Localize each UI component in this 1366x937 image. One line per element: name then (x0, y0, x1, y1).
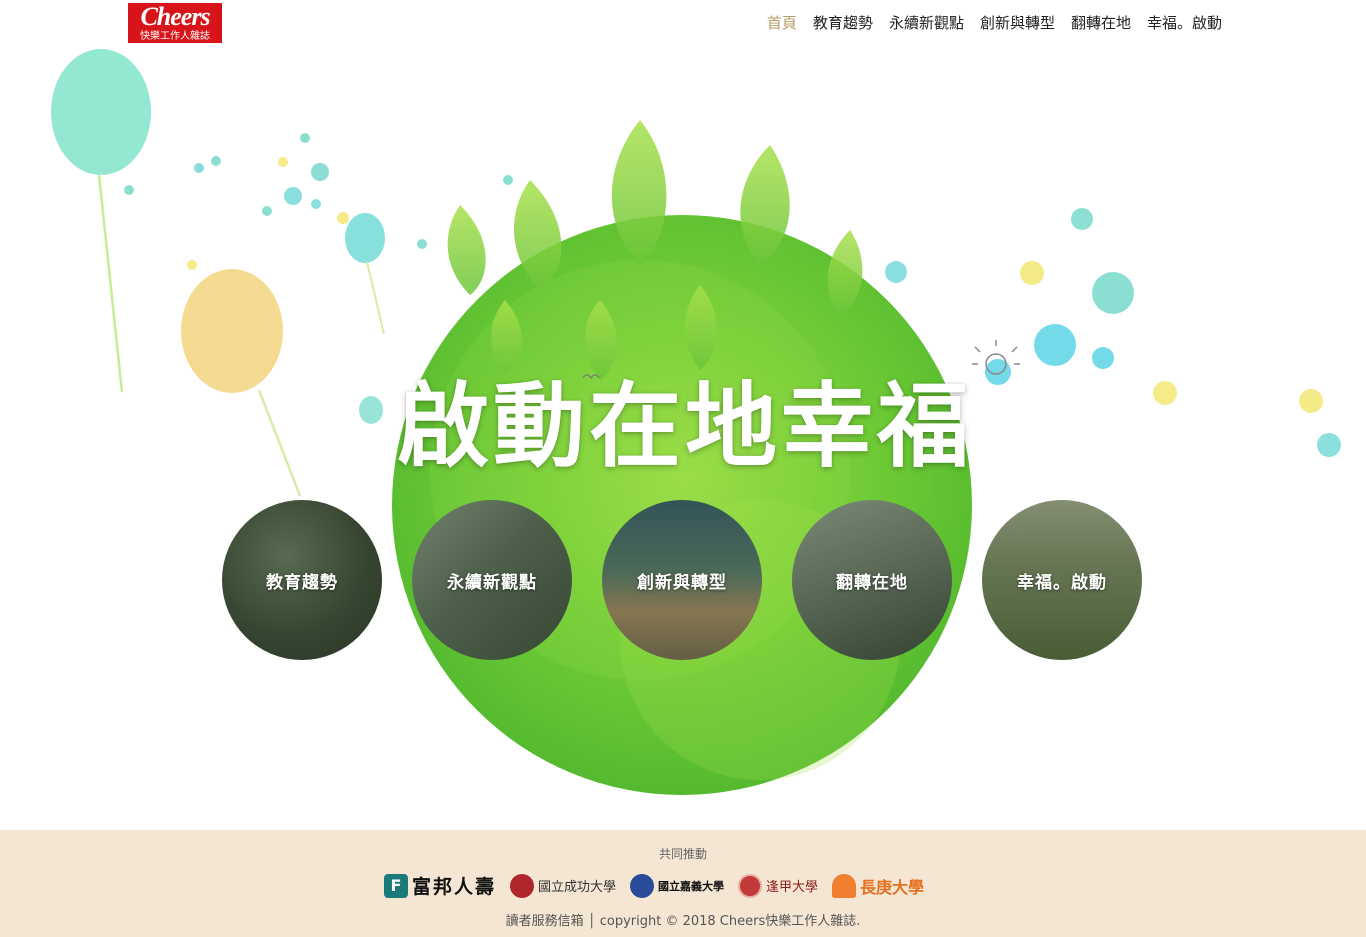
partner-name: 長庚大學 (860, 877, 925, 897)
partner-cgu-logo[interactable]: 長庚大學 (832, 873, 925, 898)
nav-item-home[interactable]: 首頁 (759, 12, 805, 34)
topic-circle-education[interactable]: 教育趨勢 (222, 500, 382, 660)
footer-caption: 共同推動 (658, 847, 707, 861)
topic-circles: 教育趨勢 永續新觀點 創新與轉型 翻轉在地 幸福。啟動 (222, 500, 1142, 660)
fcu-emblem-icon (738, 873, 763, 898)
nav-item-sustainability[interactable]: 永續新觀點 (881, 12, 972, 34)
copyright-text: 讀者服務信箱 │ copyright © 2018 Cheers快樂工作人雜誌. (505, 914, 861, 929)
partner-logos: F 富邦人壽 國立成功大學 國立嘉義大學 逢甲大學 長庚大學 (384, 872, 938, 899)
ncyu-emblem-icon (630, 873, 655, 898)
hero-title: 啟動在地幸福 (396, 373, 973, 480)
cgu-emblem-icon (832, 873, 857, 898)
balloon-teal-large (51, 49, 151, 393)
partner-ncku-logo[interactable]: 國立成功大學 (510, 873, 617, 898)
partner-fcu-logo[interactable]: 逢甲大學 (738, 873, 819, 898)
topic-circle-label: 創新與轉型 (637, 572, 727, 593)
logo-subtitle: 快樂工作人雜誌 (140, 31, 210, 42)
ncku-emblem-icon (510, 873, 535, 898)
partner-name: 國立嘉義大學 (658, 879, 725, 893)
nav-item-education[interactable]: 教育趨勢 (805, 12, 881, 34)
topic-circle-label: 永續新觀點 (447, 572, 537, 593)
main-nav: 首頁 教育趨勢 永續新觀點 創新與轉型 翻轉在地 幸福。啟動 (759, 12, 1230, 34)
partner-name: 富邦人壽 (412, 876, 497, 898)
balloon-teal-small (345, 213, 385, 335)
partner-ncyu-logo[interactable]: 國立嘉義大學 (630, 873, 725, 898)
partner-fubon-logo[interactable]: F 富邦人壽 (384, 872, 496, 899)
partner-name: 逢甲大學 (766, 880, 819, 895)
topic-circle-label: 翻轉在地 (836, 572, 908, 593)
topic-circle-local[interactable]: 翻轉在地 (792, 500, 952, 660)
nav-item-happiness[interactable]: 幸福。啟動 (1139, 12, 1230, 34)
footer: 共同推動 F 富邦人壽 國立成功大學 國立嘉義大學 逢甲大學 長庚大學 讀者服務… (0, 830, 1366, 937)
nav-item-innovation[interactable]: 創新與轉型 (972, 12, 1063, 34)
topic-circle-sustainability[interactable]: 永續新觀點 (412, 500, 572, 660)
fubon-mark-icon: F (384, 873, 408, 898)
logo-wordmark: Cheers (140, 2, 210, 31)
topic-circle-happiness[interactable]: 幸福。啟動 (982, 500, 1142, 660)
nav-item-local[interactable]: 翻轉在地 (1063, 12, 1139, 34)
topic-circle-innovation[interactable]: 創新與轉型 (602, 500, 762, 660)
partner-name: 國立成功大學 (538, 880, 617, 895)
balloon-yellow (181, 269, 302, 497)
cheers-logo[interactable]: Cheers 快樂工作人雜誌 (128, 3, 222, 43)
topic-circle-label: 教育趨勢 (266, 572, 338, 593)
hero-section: 啟動在地幸福 教育趨勢 永續新觀點 創新與轉型 翻轉在地 幸福。啟動 (0, 0, 1366, 830)
topic-circle-label: 幸福。啟動 (1017, 572, 1107, 593)
